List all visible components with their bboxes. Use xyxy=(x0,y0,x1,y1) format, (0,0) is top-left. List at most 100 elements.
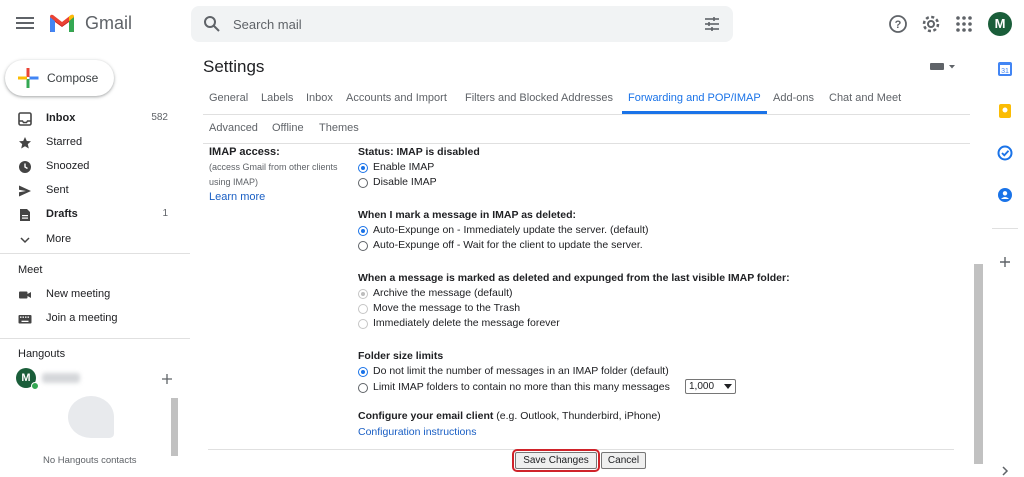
send-icon xyxy=(19,185,31,197)
nav-label: Sent xyxy=(46,184,69,196)
limit-radio[interactable] xyxy=(358,383,368,393)
client-heading: Configure your email client xyxy=(358,410,494,422)
chevron-down-icon xyxy=(20,237,30,244)
compose-label: Compose xyxy=(47,71,99,85)
option-label: Disable IMAP xyxy=(373,176,437,188)
folder-size-heading: Folder size limits xyxy=(358,350,444,362)
deleted-heading: When I mark a message in IMAP as deleted… xyxy=(358,209,577,221)
tab-labels[interactable]: Labels xyxy=(261,92,293,104)
tab-forwarding-pop-imap[interactable]: Forwarding and POP/IMAP xyxy=(628,92,761,104)
nav-item-drafts[interactable]: Drafts 1 xyxy=(0,203,190,227)
keyboard-icon xyxy=(18,315,32,324)
tab-general[interactable]: General xyxy=(209,92,248,104)
learn-more-link[interactable]: Learn more xyxy=(209,191,265,203)
nav-item-more[interactable]: More xyxy=(0,228,190,252)
top-bar: Gmail Search mail ? M xyxy=(0,0,1024,48)
tab-chat-meet[interactable]: Chat and Meet xyxy=(829,92,901,104)
meet-new-meeting[interactable]: New meeting xyxy=(0,283,190,307)
save-changes-button[interactable]: Save Changes xyxy=(512,449,600,472)
option-label: Immediately delete the message forever xyxy=(373,317,560,329)
apps-grid-icon[interactable] xyxy=(953,13,975,35)
meet-section-title: Meet xyxy=(18,264,43,276)
disable-imap-radio[interactable] xyxy=(358,178,368,188)
nav-item-sent[interactable]: Sent xyxy=(0,179,190,203)
inbox-icon xyxy=(18,112,32,126)
hangouts-placeholder-icon xyxy=(68,396,114,438)
cancel-button[interactable]: Cancel xyxy=(601,452,646,469)
contacts-icon[interactable] xyxy=(997,187,1013,203)
tab-themes[interactable]: Themes xyxy=(319,122,359,134)
search-icon[interactable] xyxy=(203,15,221,33)
star-icon xyxy=(19,137,31,149)
nav-item-snoozed[interactable]: Snoozed xyxy=(0,155,190,179)
keep-icon[interactable] xyxy=(997,103,1013,119)
nav-label: Drafts xyxy=(46,208,78,220)
add-hangout-icon[interactable] xyxy=(161,373,173,385)
nav-item-starred[interactable]: Starred xyxy=(0,131,190,155)
option-label: Auto-Expunge off - Wait for the client t… xyxy=(373,239,643,251)
tab-add-ons[interactable]: Add-ons xyxy=(773,92,814,104)
client-config-line: Configure your email client (e.g. Outloo… xyxy=(358,410,661,422)
footer-divider xyxy=(208,449,954,450)
nav-label: Join a meeting xyxy=(46,312,118,324)
tab-advanced[interactable]: Advanced xyxy=(209,122,258,134)
input-tools-icon[interactable] xyxy=(930,62,956,72)
tab-filters[interactable]: Filters and Blocked Addresses xyxy=(465,92,613,104)
compose-plus-icon xyxy=(18,68,39,88)
search-input[interactable]: Search mail xyxy=(233,17,302,32)
option-label: Enable IMAP xyxy=(373,161,435,173)
draft-count: 1 xyxy=(162,208,168,219)
video-camera-icon xyxy=(19,291,31,299)
nav-scrollbar[interactable] xyxy=(171,398,178,456)
compose-button[interactable]: Compose xyxy=(5,60,114,96)
clock-icon xyxy=(19,161,31,173)
no-limit-radio[interactable] xyxy=(358,367,368,377)
calendar-icon[interactable]: 31 xyxy=(997,61,1013,77)
option-label: Auto-Expunge on - Immediately update the… xyxy=(373,224,649,236)
add-icon[interactable] xyxy=(997,254,1013,270)
tab-offline[interactable]: Offline xyxy=(272,122,304,134)
brand-name: Gmail xyxy=(85,13,133,33)
expunge-on-radio[interactable] xyxy=(358,226,368,236)
configuration-instructions-link[interactable]: Configuration instructions xyxy=(358,426,476,438)
tab-inbox[interactable]: Inbox xyxy=(306,92,333,104)
select-value: 1,000 xyxy=(689,381,715,392)
chevron-down-icon xyxy=(724,384,732,389)
nav-divider xyxy=(0,338,190,339)
nav-label: Inbox xyxy=(46,112,76,124)
archive-radio[interactable] xyxy=(358,289,368,299)
delete-forever-radio[interactable] xyxy=(358,319,368,329)
expunge-off-radio[interactable] xyxy=(358,241,368,251)
gmail-logo-icon[interactable] xyxy=(48,12,76,34)
nav-item-inbox[interactable]: Inbox 582 xyxy=(0,107,190,131)
hangouts-section-title: Hangouts xyxy=(18,348,66,360)
imap-access-desc: (access Gmail from other clients xyxy=(209,162,338,172)
nav-label: Snoozed xyxy=(46,160,90,172)
search-bar[interactable]: Search mail xyxy=(191,6,733,42)
settings-scrollbar[interactable] xyxy=(974,264,983,464)
option-label: Move the message to the Trash xyxy=(373,302,521,314)
expunged-heading: When a message is marked as deleted and … xyxy=(358,272,790,284)
trash-radio[interactable] xyxy=(358,304,368,314)
no-contacts-text: No Hangouts contacts xyxy=(43,455,137,466)
chevron-right-icon[interactable] xyxy=(997,463,1013,477)
meet-join-meeting[interactable]: Join a meeting xyxy=(0,307,190,331)
option-label: Archive the message (default) xyxy=(373,287,513,299)
account-avatar[interactable]: M xyxy=(988,12,1012,36)
tab-accounts-import[interactable]: Accounts and Import xyxy=(346,92,447,104)
main-menu-icon[interactable] xyxy=(16,14,34,34)
svg-text:?: ? xyxy=(895,19,902,31)
imap-access-desc: using IMAP) xyxy=(209,177,259,187)
page-title: Settings xyxy=(203,57,265,76)
imap-status: Status: IMAP is disabled xyxy=(358,146,480,158)
help-icon[interactable]: ? xyxy=(887,13,909,35)
enable-imap-radio[interactable] xyxy=(358,163,368,173)
tabs-divider xyxy=(203,143,970,144)
search-options-icon[interactable] xyxy=(703,15,721,33)
option-label: Limit IMAP folders to contain no more th… xyxy=(373,381,670,393)
option-label: Do not limit the number of messages in a… xyxy=(373,365,669,377)
gear-icon[interactable] xyxy=(920,13,942,35)
tasks-icon[interactable] xyxy=(997,145,1013,161)
message-limit-select[interactable]: 1,000 xyxy=(685,379,736,394)
client-examples: (e.g. Outlook, Thunderbird, iPhone) xyxy=(493,410,661,422)
